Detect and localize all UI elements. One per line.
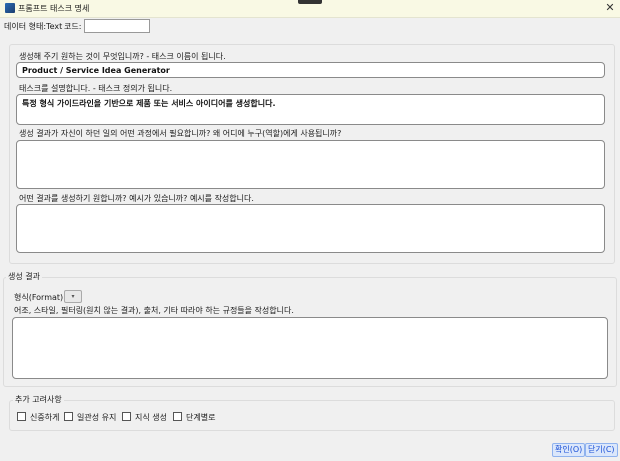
rules-question: 어조, 스타일, 필터링(원치 않는 결과), 출처, 기타 따라야 하는 규정… [14,306,294,315]
data-type-label: 데이터 형태:Text [4,22,63,31]
option-knowledge-checkbox[interactable] [122,412,131,421]
ok-button[interactable]: 확인(O) [552,443,586,457]
format-select[interactable]: ▾ [64,290,82,303]
rules-field[interactable] [12,317,608,379]
task-name-field[interactable]: Product / Service Idea Generator [16,62,605,78]
task-description-value: 특정 형식 가이드라인을 기반으로 제품 또는 서비스 아이디어를 생성합니다. [22,99,276,108]
option-careful-label: 신중하게 [30,413,60,422]
task-example-question: 어떤 결과를 생성하기 원합니까? 예시가 있습니까? 예시를 작성합니다. [19,194,254,203]
option-step-by-step-checkbox[interactable] [173,412,182,421]
task-purpose-question: 생성 결과가 자신이 하던 일의 어떤 과정에서 필요합니까? 왜 어디에 누구… [19,129,342,138]
task-purpose-field[interactable] [16,140,605,189]
title-bar: 프롬프트 태스크 명세 ✕ [0,0,620,18]
option-step-by-step-label: 단계별로 [186,413,216,422]
option-consistency[interactable]: 일관성 유지 [64,412,116,422]
option-consistency-checkbox[interactable] [64,412,73,421]
code-label: 코드: [64,22,82,31]
task-example-field[interactable] [16,204,605,253]
close-icon[interactable]: ✕ [603,1,617,15]
drag-handle[interactable] [298,0,322,4]
output-legend: 생성 결과 [6,271,42,282]
window-title: 프롬프트 태스크 명세 [18,4,90,13]
option-consistency-label: 일관성 유지 [77,413,117,422]
option-step-by-step[interactable]: 단계별로 [173,412,215,422]
extra-legend: 추가 고려사항 [13,394,64,405]
app-icon [5,3,15,13]
option-knowledge-label: 지식 생성 [135,413,167,422]
task-description-field[interactable]: 특정 형식 가이드라인을 기반으로 제품 또는 서비스 아이디어를 생성합니다. [16,94,605,125]
task-name-value: Product / Service Idea Generator [22,66,170,75]
code-input[interactable] [84,19,150,33]
task-description-question: 태스크를 설명합니다. - 태스크 정의가 됩니다. [19,84,173,93]
close-button[interactable]: 닫기(C) [585,443,618,457]
option-careful-checkbox[interactable] [17,412,26,421]
chevron-down-icon: ▾ [71,293,75,300]
option-careful[interactable]: 신중하게 [17,412,59,422]
task-name-question: 생성해 주기 원하는 것이 무엇입니까? - 태스크 이름이 됩니다. [19,52,226,61]
format-label: 형식(Format): [14,293,66,302]
option-knowledge[interactable]: 지식 생성 [122,412,167,422]
